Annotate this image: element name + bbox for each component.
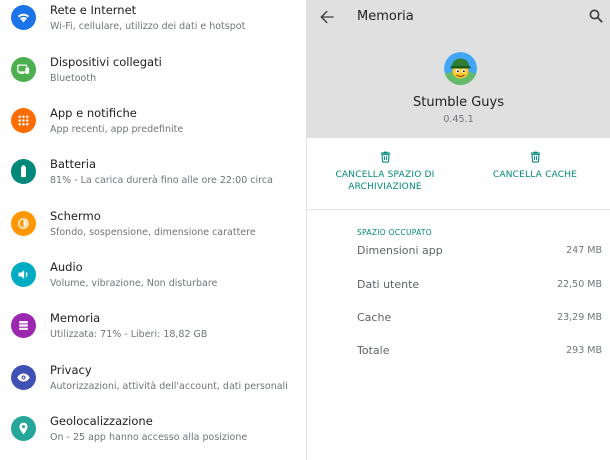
- storage-row-user-data: Dati utente 22,50 MB: [357, 277, 602, 293]
- settings-item-title: Memoria: [50, 310, 101, 325]
- brightness-icon: [11, 211, 36, 236]
- settings-item-title: Audio: [50, 259, 83, 274]
- settings-item-privacy[interactable]: Privacy Autorizzazioni, attività dell'ac…: [0, 352, 306, 403]
- settings-item-title: Dispositivi collegati: [50, 54, 162, 69]
- row-value: 293 MB: [566, 345, 602, 356]
- settings-item-network[interactable]: Rete e Internet Wi-Fi, cellulare, utiliz…: [0, 0, 306, 43]
- settings-item-title: Privacy: [50, 362, 92, 377]
- apps-grid-icon: [11, 108, 36, 133]
- settings-item-location[interactable]: Geolocalizzazione On - 25 app hanno acce…: [0, 403, 306, 454]
- settings-item-storage[interactable]: Memoria Utilizzata: 71% - Liberi: 18,82 …: [0, 300, 306, 351]
- settings-item-subtitle: Bluetooth: [50, 72, 97, 84]
- trash-icon: [380, 151, 390, 163]
- search-icon[interactable]: [587, 7, 605, 25]
- settings-item-title: Batteria: [50, 156, 96, 171]
- clear-storage-button[interactable]: CANCELLA SPAZIO DI ARCHIVIAZIONE: [329, 150, 441, 193]
- settings-item-subtitle: On - 25 app hanno accesso alla posizione: [50, 431, 248, 443]
- settings-item-apps[interactable]: App e notifiche App recenti, app predefi…: [0, 95, 306, 146]
- settings-item-title: Schermo: [50, 208, 101, 223]
- storage-icon: [11, 313, 36, 338]
- row-value: 23,29 MB: [557, 312, 602, 323]
- settings-item-subtitle: Sfondo, sospensione, dimensione caratter…: [50, 226, 256, 238]
- settings-item-subtitle: Volume, vibrazione, Non disturbare: [50, 277, 218, 289]
- settings-item-connected-devices[interactable]: Dispositivi collegati Bluetooth: [0, 44, 306, 95]
- page-title: Memoria: [357, 9, 414, 24]
- devices-icon: [11, 57, 36, 82]
- settings-item-subtitle: Utilizzata: 71% - Liberi: 18,82 GB: [50, 328, 208, 340]
- storage-detail-panel: Memoria Stumble Guys 0.45.1 CANCELLA SPA…: [307, 0, 610, 460]
- settings-item-title: Rete e Internet: [50, 2, 137, 17]
- settings-item-display[interactable]: Schermo Sfondo, sospensione, dimensione …: [0, 198, 306, 249]
- settings-item-battery[interactable]: Batteria 81% - La carica durerà fino all…: [0, 146, 306, 197]
- battery-icon: [11, 159, 36, 184]
- settings-item-subtitle: 81% - La carica durerà fino alle ore 22:…: [50, 174, 273, 186]
- settings-item-title: App e notifiche: [50, 105, 137, 120]
- row-label: Totale: [357, 344, 390, 357]
- trash-icon: [530, 151, 540, 163]
- row-label: Cache: [357, 311, 392, 324]
- volume-icon: [11, 262, 36, 287]
- row-value: 247 MB: [566, 245, 602, 256]
- app-name: Stumble Guys: [412, 95, 505, 110]
- wifi-icon: [11, 5, 36, 30]
- clear-cache-label: CANCELLA CACHE: [492, 170, 578, 180]
- app-header: Memoria Stumble Guys 0.45.1: [307, 0, 610, 138]
- space-used-section: SPAZIO OCCUPATO Dimensioni app 247 MB Da…: [307, 211, 610, 460]
- storage-row-app-size: Dimensioni app 247 MB: [357, 243, 602, 259]
- section-header: SPAZIO OCCUPATO: [357, 228, 433, 237]
- settings-item-subtitle: Wi-Fi, cellulare, utilizzo dei dati e ho…: [50, 20, 246, 32]
- settings-item-sound[interactable]: Audio Volume, vibrazione, Non disturbare: [0, 249, 306, 300]
- privacy-eye-icon: [11, 365, 36, 390]
- storage-row-cache: Cache 23,29 MB: [357, 310, 602, 326]
- clear-storage-label: CANCELLA SPAZIO DI ARCHIVIAZIONE: [335, 170, 435, 192]
- location-pin-icon: [11, 416, 36, 441]
- storage-row-total: Totale 293 MB: [357, 343, 602, 359]
- row-value: 22,50 MB: [557, 279, 602, 290]
- clear-cache-button[interactable]: CANCELLA CACHE: [485, 150, 585, 181]
- settings-list: Rete e Internet Wi-Fi, cellulare, utiliz…: [0, 0, 306, 460]
- settings-item-subtitle: Autorizzazioni, attività dell'account, d…: [50, 380, 288, 392]
- settings-item-subtitle: App recenti, app predefinite: [50, 123, 184, 135]
- app-icon: [444, 52, 477, 85]
- storage-actions: CANCELLA SPAZIO DI ARCHIVIAZIONE CANCELL…: [307, 138, 610, 210]
- row-label: Dimensioni app: [357, 244, 443, 257]
- row-label: Dati utente: [357, 278, 420, 291]
- settings-item-title: Geolocalizzazione: [50, 413, 153, 428]
- back-arrow-icon[interactable]: [317, 7, 337, 27]
- app-version: 0.45.1: [443, 114, 474, 125]
